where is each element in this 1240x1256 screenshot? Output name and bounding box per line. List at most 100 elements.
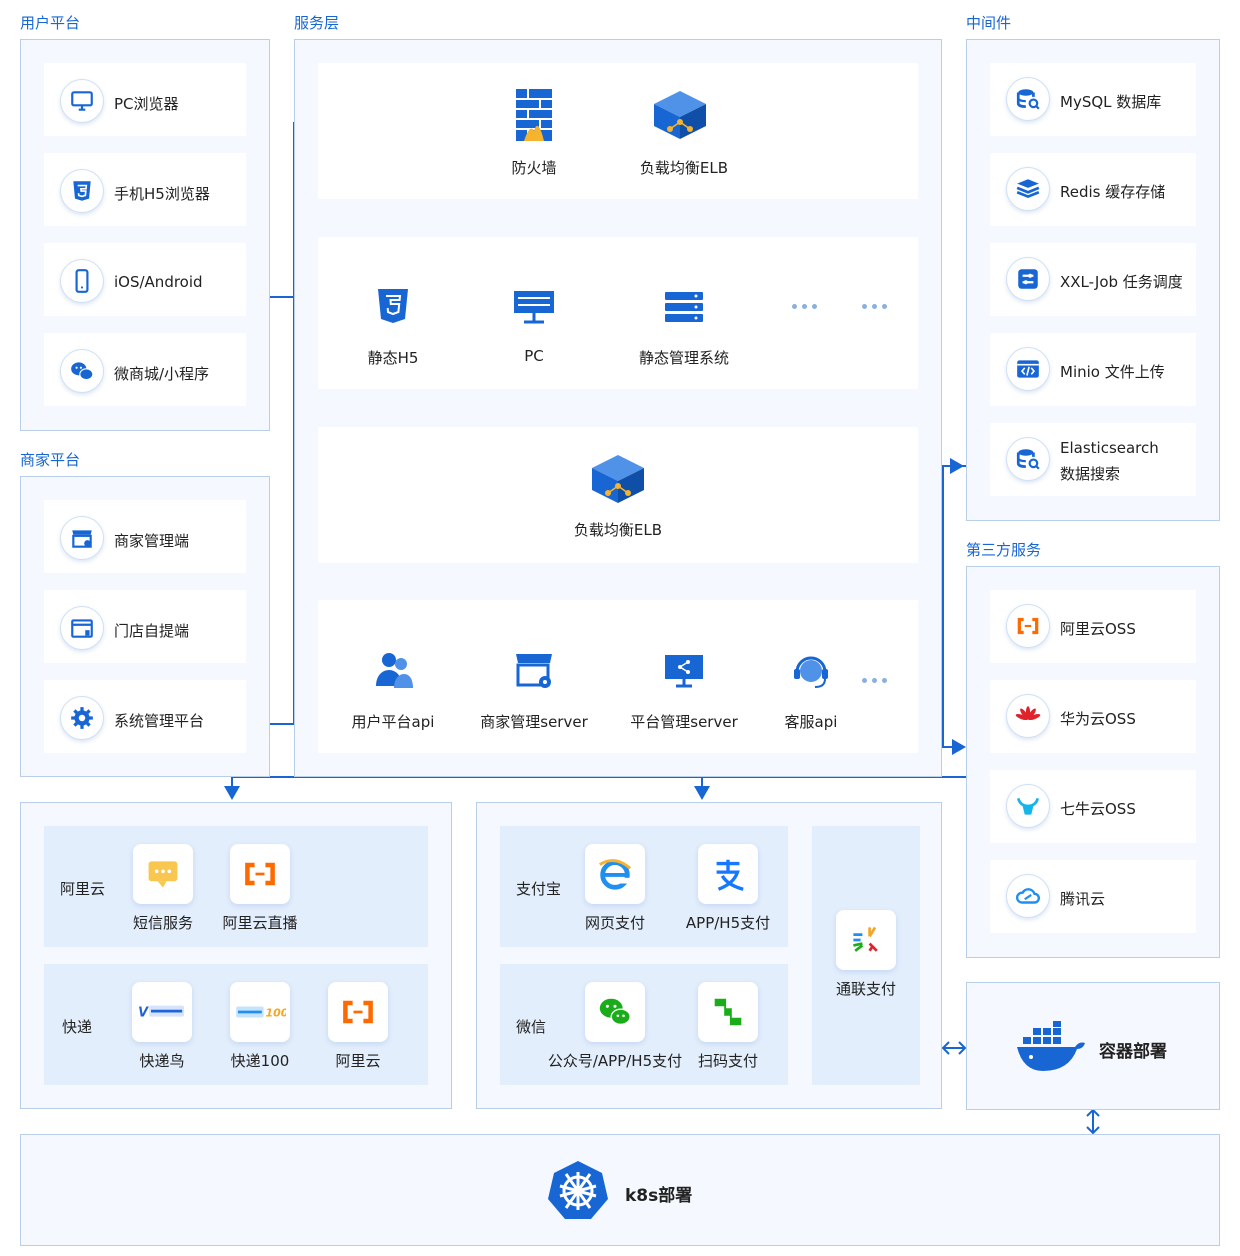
elb-label: 负载均衡ELB <box>573 521 663 539</box>
service-layer-title: 服务层 <box>294 14 340 32</box>
docker-logo-icon <box>1015 1021 1089 1073</box>
pc-server-icon <box>512 289 556 325</box>
more-dots-icon <box>862 678 887 683</box>
middleware-item-mysql[interactable]: MySQL 数据库 <box>990 63 1196 136</box>
frontend-label: 静态管理系统 <box>638 349 730 367</box>
gateway-label: 负载均衡ELB <box>639 159 729 177</box>
user-item-h5-browser[interactable]: 手机H5浏览器 <box>44 153 246 226</box>
merchant-item-system-admin[interactable]: 系统管理平台 <box>44 680 246 753</box>
firewall-icon <box>514 85 554 145</box>
merchant-platform-title: 商家平台 <box>20 451 81 469</box>
user-item-label: 手机H5浏览器 <box>114 185 210 203</box>
scan-pay-icon <box>698 982 758 1042</box>
middleware-item-label: MySQL 数据库 <box>1060 93 1162 111</box>
api-label: 客服api <box>784 713 838 731</box>
store-settings-icon <box>60 516 104 560</box>
middleware-item-xxljob[interactable]: XXL-Job 任务调度 <box>990 243 1196 316</box>
api-label: 商家管理server <box>480 713 588 731</box>
aliyun-logo-icon <box>328 982 388 1042</box>
wechat-icon <box>585 982 645 1042</box>
k8s-label: k8s部署 <box>625 1186 693 1206</box>
redis-icon <box>1006 167 1050 211</box>
middleware-item-elasticsearch[interactable]: Elasticsearch 数据搜索 <box>990 423 1196 496</box>
user-item-label: PC浏览器 <box>114 95 179 113</box>
user-item-label: iOS/Android <box>114 273 203 291</box>
user-item-mini-program[interactable]: 微商城/小程序 <box>44 333 246 406</box>
gateway-row: 防火墙 负载均衡ELB <box>318 63 918 199</box>
merchant-item-admin[interactable]: 商家管理端 <box>44 500 246 573</box>
payment-label: APP/H5支付 <box>685 914 771 932</box>
tencent-cloud-icon <box>1006 874 1050 918</box>
middleware-item-minio[interactable]: Minio 文件上传 <box>990 333 1196 406</box>
container-label: 容器部署 <box>1099 1042 1167 1062</box>
huawei-logo-icon <box>1006 694 1050 738</box>
user-item-pc-browser[interactable]: PC浏览器 <box>44 63 246 136</box>
service-label: 阿里云直播 <box>222 914 298 932</box>
third-party-item-qiniu-oss[interactable]: 七牛云OSS <box>990 770 1196 843</box>
k8s-panel: k8s部署 <box>20 1134 1220 1246</box>
user-item-label: 微商城/小程序 <box>114 365 210 383</box>
api-row: 用户平台api 商家管理server 平台管理server 客服api <box>318 600 918 753</box>
users-icon <box>374 650 414 690</box>
payment-label: 公众号/APP/H5支付 <box>547 1052 683 1070</box>
frontend-label: 静态H5 <box>367 349 419 367</box>
gear-icon <box>60 696 104 740</box>
user-platform-title: 用户平台 <box>20 14 81 32</box>
aliyun-group-label: 阿里云 <box>60 880 106 898</box>
share-monitor-icon <box>664 654 704 688</box>
store-pickup-icon <box>60 606 104 650</box>
aliyun-group: 阿里云 短信服务 阿里云直播 <box>44 826 428 947</box>
database-search-icon <box>1006 77 1050 121</box>
service-label: 快递鸟 <box>139 1052 185 1070</box>
middleware-item-label: XXL-Job 任务调度 <box>1060 273 1183 291</box>
merchant-item-label: 商家管理端 <box>114 532 190 550</box>
more-dots-icon <box>792 304 817 309</box>
user-item-ios-android[interactable]: iOS/Android <box>44 243 246 316</box>
aliyun-logo-icon <box>230 844 290 904</box>
middleware-item-redis[interactable]: Redis 缓存存储 <box>990 153 1196 226</box>
tonglian-logo-icon <box>836 910 896 970</box>
service-label: 快递100 <box>230 1052 290 1070</box>
task-schedule-icon <box>1006 257 1050 301</box>
html5-icon <box>376 287 410 325</box>
load-balancer-icon <box>652 89 708 141</box>
api-label: 用户平台api <box>351 713 435 731</box>
kubernetes-logo-icon <box>547 1159 609 1221</box>
html5-icon <box>60 169 104 213</box>
alipay-logo-icon <box>698 844 758 904</box>
wechat-icon <box>60 349 104 393</box>
headset-icon <box>792 652 830 690</box>
payment-label: 通联支付 <box>835 980 897 998</box>
third-party-item-label: 华为云OSS <box>1060 710 1136 728</box>
middleware-item-label: Redis 缓存存储 <box>1060 183 1166 201</box>
merchant-item-pickup[interactable]: 门店自提端 <box>44 590 246 663</box>
monitor-icon <box>60 79 104 123</box>
middleware-item-sublabel: 数据搜索 <box>1060 465 1121 483</box>
unionpay-group: 通联支付 <box>812 826 920 1085</box>
third-party-item-aliyun-oss[interactable]: 阿里云OSS <box>990 590 1196 663</box>
express-group-label: 快递 <box>62 1018 93 1036</box>
api-label: 平台管理server <box>630 713 738 731</box>
third-party-item-tencent[interactable]: 腾讯云 <box>990 860 1196 933</box>
gateway-label: 防火墙 <box>511 159 557 177</box>
kuaidiniao-logo-icon: V <box>132 982 192 1042</box>
merchant-item-label: 门店自提端 <box>114 622 190 640</box>
middleware-title: 中间件 <box>966 14 1012 32</box>
sms-icon <box>133 844 193 904</box>
frontend-row: 静态H5 PC 静态管理系统 <box>318 237 918 389</box>
middleware-item-label: Minio 文件上传 <box>1060 363 1165 381</box>
more-dots-icon <box>862 304 887 309</box>
express-group: 快递 V 快递鸟 100 快递100 阿里云 <box>44 964 428 1085</box>
store-settings-icon <box>514 652 554 690</box>
aliyun-logo-icon <box>1006 604 1050 648</box>
third-party-item-label: 七牛云OSS <box>1060 800 1136 818</box>
service-label: 阿里云 <box>335 1052 381 1070</box>
svg-text:V: V <box>138 1006 149 1021</box>
alipay-group: 支付宝 网页支付 APP/H5支付 <box>500 826 788 947</box>
mobile-phone-icon <box>60 259 104 303</box>
payment-label: 网页支付 <box>584 914 646 932</box>
third-party-item-huawei-oss[interactable]: 华为云OSS <box>990 680 1196 753</box>
wechat-pay-group-label: 微信 <box>516 1018 547 1036</box>
qiniu-logo-icon <box>1006 784 1050 828</box>
web-browser-icon <box>585 844 645 904</box>
